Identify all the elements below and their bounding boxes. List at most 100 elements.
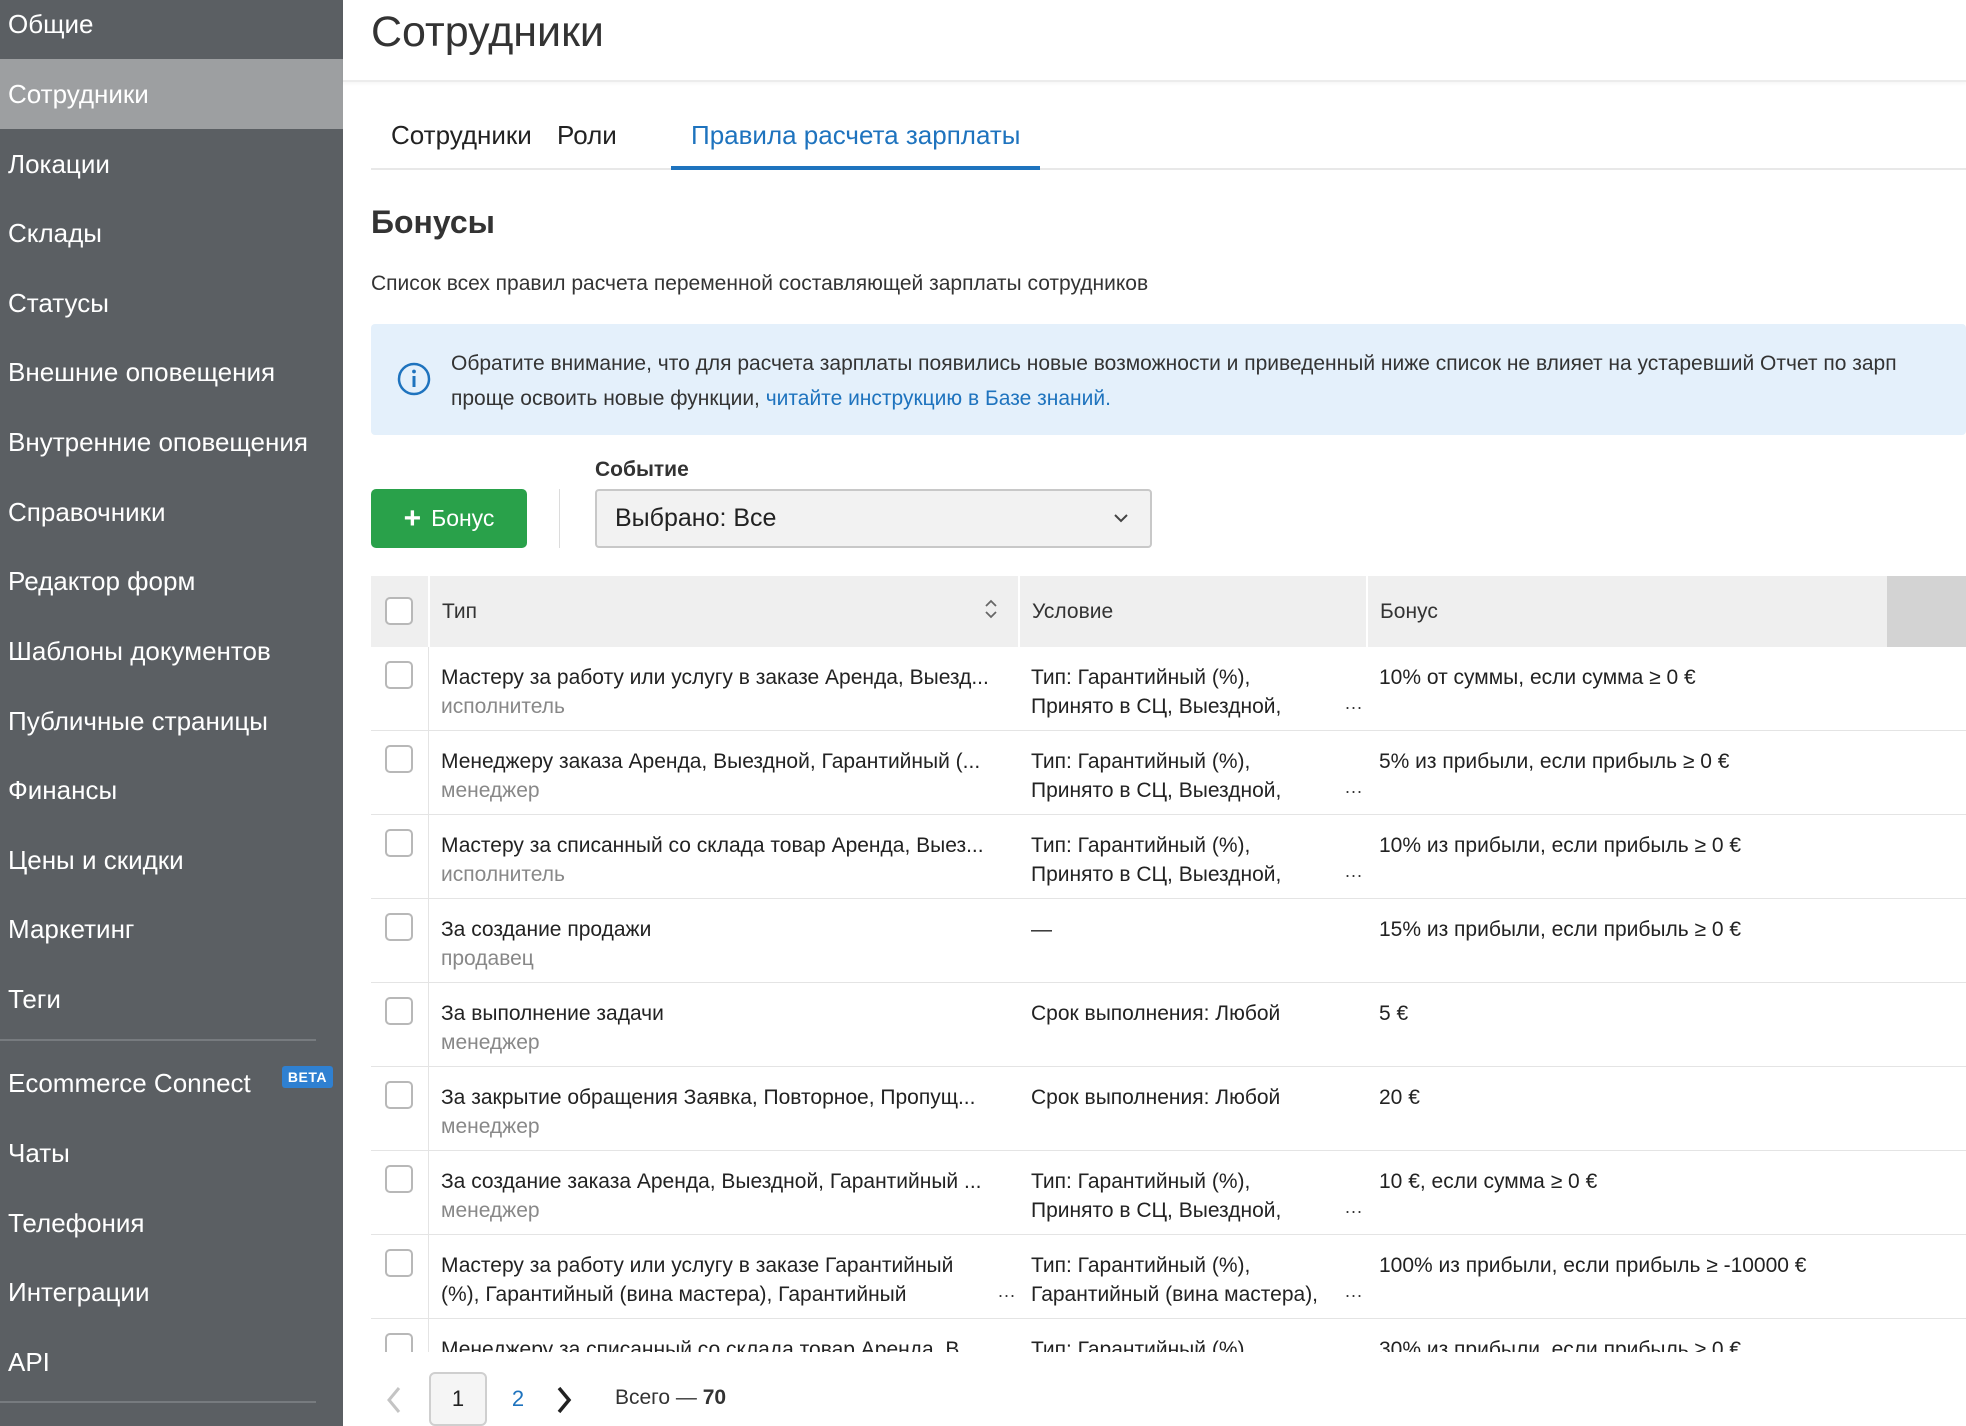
page-button-1[interactable]: 1 [429,1372,487,1426]
table-row[interactable]: Мастеру за списанный со склада товар Аре… [371,815,1966,899]
select-all-checkbox[interactable] [385,597,413,625]
row-separator [428,1235,429,1319]
section-title: Бонусы [371,204,495,240]
table-row[interactable]: За создание продажи продавец — 15% из пр… [371,899,1966,983]
page-button-2[interactable]: 2 [489,1372,547,1426]
cell-type: Мастеру за работу или услугу в заказе Ар… [441,663,1011,721]
rule-title: За создание заказа Аренда, Выездной, Гар… [441,1170,982,1193]
row-checkbox[interactable] [385,997,413,1025]
condition-line-1: Тип: Гарантийный (%), [1031,1254,1251,1277]
tab-employees[interactable]: Сотрудники [371,108,552,170]
condition-more: ... [1345,1281,1364,1301]
row-separator [428,1067,429,1151]
cell-type: Менеджеру за списанный со склада товар А… [441,1335,1011,1352]
sidebar-item-form-editor[interactable]: Редактор форм [0,546,343,616]
sidebar-item-statuses[interactable]: Статусы [0,268,343,338]
sidebar-item-chats[interactable]: Чаты [0,1118,343,1188]
bonus-table: Тип Условие Бонус Мастеру за работу или … [371,576,1966,1352]
sidebar-item-label: API [8,1346,50,1377]
rule-role: исполнитель [441,695,565,718]
sidebar-item-tags[interactable]: Теги [0,964,343,1034]
table-row[interactable]: За создание заказа Аренда, Выездной, Гар… [371,1151,1966,1235]
total-prefix: Всего — [615,1386,703,1409]
column-header-type[interactable]: Тип [428,576,1018,647]
row-checkbox[interactable] [385,1165,413,1193]
sidebar-item-ecommerce-connect[interactable]: Ecommerce Connect BETA [0,1048,343,1118]
cell-condition: Тип: Гарантийный (%), Принято в СЦ, Выез… [1031,747,1361,805]
main-content: Сотрудники Сотрудники Роли Правила расче… [343,0,1966,1426]
sidebar-item-warehouses[interactable]: Склады [0,198,343,268]
tab-roles[interactable]: Роли [537,108,637,170]
condition-line-1: Тип: Гарантийный (%), [1031,834,1251,857]
sidebar-item-general[interactable]: Общие [0,0,343,59]
sidebar-item-document-templates[interactable]: Шаблоны документов [0,616,343,686]
row-checkbox[interactable] [385,1081,413,1109]
condition-line-1: Тип: Гарантийный (%), [1031,1338,1251,1352]
table-header: Тип Условие Бонус [371,576,1966,647]
add-bonus-button[interactable]: + Бонус [371,489,527,548]
table-row[interactable]: Мастеру за работу или услугу в заказе Га… [371,1235,1966,1319]
sidebar-item-marketing[interactable]: Маркетинг [0,894,343,964]
condition-line-2: Принято в СЦ, Выездной, [1031,1199,1282,1222]
row-checkbox[interactable] [385,1249,413,1277]
event-filter-select[interactable]: Выбрано: Все [595,489,1152,548]
row-separator [428,899,429,983]
condition-line-1: Срок выполнения: Любой [1031,1086,1281,1109]
row-checkbox[interactable] [385,745,413,773]
cell-condition: Срок выполнения: Любой [1031,1083,1361,1112]
table-row[interactable]: Менеджеру заказа Аренда, Выездной, Гаран… [371,731,1966,815]
rule-role: продавец [441,947,534,970]
sidebar-item-directories[interactable]: Справочники [0,477,343,547]
page-title: Сотрудники [371,8,604,56]
tab-salary-rules[interactable]: Правила расчета зарплаты [671,108,1041,170]
condition-line-2: Гарантийный (вина мастера), [1031,1283,1319,1306]
rule-role: менеджер [441,1031,540,1054]
sidebar-item-label: Сотрудники [8,78,149,109]
cell-condition: Тип: Гарантийный (%), Принято в СЦ, Выез… [1031,663,1361,721]
condition-line-2: Принято в СЦ, Выездной, [1031,863,1282,886]
knowledge-base-link[interactable]: читайте инструкцию в Базе знаний. [766,387,1111,410]
rule-role: менеджер [441,1115,540,1138]
table-row[interactable]: Мастеру за работу или услугу в заказе Ар… [371,647,1966,731]
sidebar-item-label: Телефония [8,1207,145,1238]
row-checkbox[interactable] [385,913,413,941]
sidebar-item-external-notifications[interactable]: Внешние оповещения [0,337,343,407]
column-header-actions [1887,576,1966,647]
notice-line-1: Обратите внимание, что для расчета зарпл… [451,352,1897,375]
beta-badge: BETA [281,1066,333,1088]
row-checkbox[interactable] [385,829,413,857]
row-checkbox[interactable] [385,661,413,689]
sidebar-item-integrations[interactable]: Интеграции [0,1257,343,1327]
table-row[interactable]: За выполнение задачи менеджер Срок выпол… [371,983,1966,1067]
table-row[interactable]: За закрытие обращения Заявка, Повторное,… [371,1067,1966,1151]
sort-icon[interactable] [983,596,999,622]
row-checkbox[interactable] [385,1333,413,1352]
sidebar-item-prices-discounts[interactable]: Цены и скидки [0,825,343,895]
sidebar-item-employees[interactable]: Сотрудники [0,59,343,129]
cell-condition: Тип: Гарантийный (%), Принято в СЦ, Выез… [1031,1167,1361,1225]
sidebar-item-locations[interactable]: Локации [0,129,343,199]
condition-more: ... [1345,861,1364,881]
cell-bonus: 30% из прибыли, если прибыль ≥ 0 € [1379,1338,1742,1352]
column-header-condition: Условие [1018,576,1366,647]
sidebar-item-api[interactable]: API [0,1327,343,1397]
sidebar-item-internal-notifications[interactable]: Внутренние оповещения [0,407,343,477]
chevron-right-icon[interactable] [549,1380,579,1420]
sidebar-item-label: Чаты [8,1137,70,1168]
sidebar-item-label: Ecommerce Connect [8,1067,251,1098]
cell-condition: Тип: Гарантийный (%), Принято в СЦ, Выез… [1031,831,1361,889]
table-row[interactable]: Менеджеру за списанный со склада товар А… [371,1319,1966,1352]
tab-bar: Сотрудники Роли Правила расчета зарплаты [371,108,1966,170]
sidebar-item-public-pages[interactable]: Публичные страницы [0,686,343,756]
rule-title: За выполнение задачи [441,1002,664,1025]
condition-more: ... [1345,693,1364,713]
cell-condition: Срок выполнения: Любой [1031,999,1361,1028]
cell-bonus: 20 € [1379,1086,1420,1109]
row-separator [428,647,429,731]
row-separator [428,1319,429,1352]
chevron-left-icon[interactable] [379,1380,409,1420]
row-separator [428,815,429,899]
info-notice: Обратите внимание, что для расчета зарпл… [371,324,1966,435]
sidebar-item-finance[interactable]: Финансы [0,755,343,825]
sidebar-item-telephony[interactable]: Телефония [0,1188,343,1258]
